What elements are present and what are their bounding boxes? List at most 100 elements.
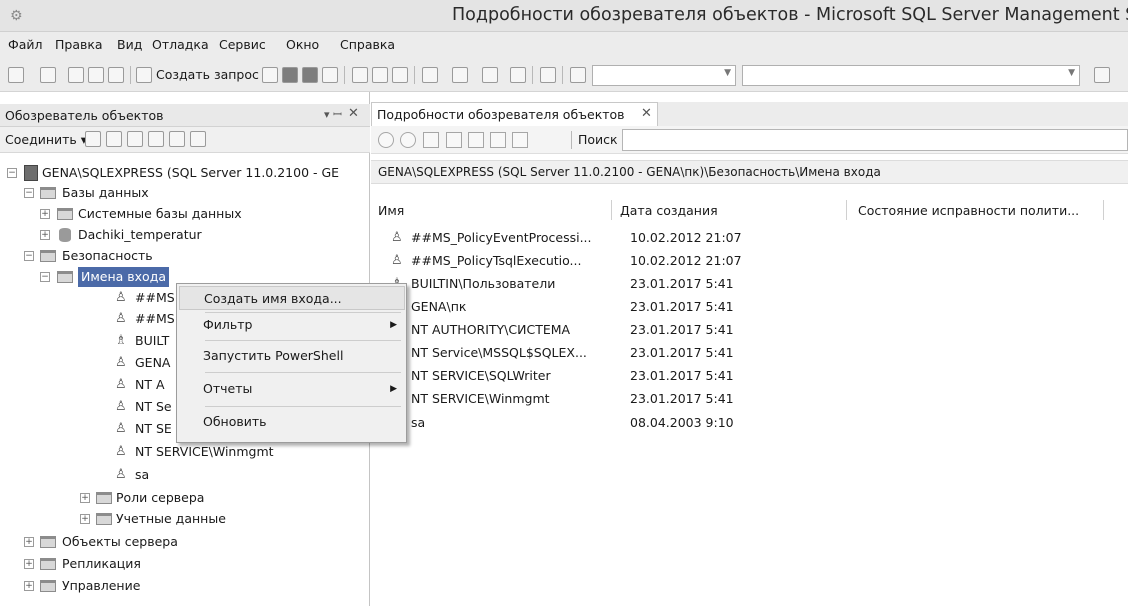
expand-icon[interactable]: + [40,209,50,219]
paste-icon[interactable] [392,67,408,83]
filter-icon[interactable] [148,131,164,147]
column-divider[interactable] [846,200,847,220]
column-header-created[interactable]: Дата создания [620,203,718,218]
search-input[interactable] [622,129,1128,151]
stop-icon[interactable] [127,131,143,147]
tab-object-explorer-details[interactable]: Подробности обозревателя объектов ✕ [371,102,658,126]
tree-security-node[interactable]: − Безопасность [0,246,370,266]
tree-server-objects-node[interactable]: + Объекты сервера [0,532,370,552]
analysis-services-mdx-icon[interactable] [282,67,298,83]
ssms-app-icon[interactable]: ⚙ [10,8,26,24]
copy-icon[interactable] [372,67,388,83]
activity-monitor-icon[interactable] [540,67,556,83]
column-header-policy-health[interactable]: Состояние исправности полити... [858,203,1079,218]
report-icon[interactable] [512,132,528,148]
menu-item-reports[interactable]: Отчеты ▶ [179,377,405,401]
expand-icon[interactable]: + [80,493,90,503]
close-icon[interactable]: ✕ [348,106,359,121]
menu-help[interactable]: Справка [340,37,395,52]
cut-icon[interactable] [352,67,368,83]
tree-login-item[interactable]: ♙ ##MS [0,288,176,308]
tree-database-node[interactable]: + Dachiki_temperatur [0,225,370,245]
tree-databases-node[interactable]: − Базы данных [0,183,370,203]
tree-management-node[interactable]: + Управление [0,576,370,596]
refresh-icon[interactable] [446,132,462,148]
table-row[interactable]: ♙ GENA\пк 23.01.2017 5:41 [391,296,861,318]
menu-item-refresh[interactable]: Обновить [179,410,405,434]
find-combo[interactable]: ▼ [742,65,1080,86]
forward-icon[interactable] [400,132,416,148]
menu-view[interactable]: Вид [117,37,142,52]
stop-icon[interactable] [490,132,506,148]
pin-icon[interactable]: ▾ ꟷ [324,107,342,122]
xmla-query-icon[interactable] [322,67,338,83]
navigate-forward-icon[interactable] [510,67,526,83]
expand-icon[interactable]: + [40,230,50,240]
filter-icon[interactable] [468,132,484,148]
save-icon[interactable] [88,67,104,83]
new-project-icon[interactable] [8,67,24,83]
new-query-button[interactable]: Создать запрос [156,67,259,82]
expand-icon[interactable]: + [24,559,34,569]
menu-file[interactable]: Файл [8,37,43,52]
find-in-files-icon[interactable] [1094,67,1110,83]
tree-login-item[interactable]: ♙ NT A [0,375,176,395]
tree-replication-node[interactable]: + Репликация [0,554,370,574]
column-header-name[interactable]: Имя [378,203,404,218]
menu-window[interactable]: Окно [286,37,319,52]
activity-monitor-icon[interactable] [190,131,206,147]
table-row[interactable]: ♙ ##MS_PolicyTsqlExecutio... 10.02.2012 … [391,250,861,272]
undo-icon[interactable] [422,67,438,83]
back-icon[interactable] [378,132,394,148]
execute-icon[interactable] [570,67,586,83]
collapse-icon[interactable]: − [24,251,34,261]
database-engine-query-icon[interactable] [262,67,278,83]
menu-item-new-login[interactable]: Создать имя входа... [179,286,405,310]
collapse-icon[interactable]: − [40,272,50,282]
table-row[interactable]: ♙ NT SERVICE\Winmgmt 23.01.2017 5:41 [391,388,861,410]
tree-login-item[interactable]: ♙ sa [0,465,370,485]
menu-edit[interactable]: Правка [55,37,103,52]
tree-login-item[interactable]: ♙ NT SE [0,419,176,439]
close-icon[interactable]: ✕ [641,106,652,121]
tree-login-item[interactable]: ♙ NT Se [0,397,176,417]
tree-login-item[interactable]: ♙ NT SERVICE\Winmgmt [0,442,370,462]
collapse-icon[interactable]: − [7,168,17,178]
table-row[interactable]: ♙ ##MS_PolicyEventProcessi... 10.02.2012… [391,227,861,249]
tree-login-item[interactable]: ♗ BUILT [0,331,176,351]
tree-server-node[interactable]: − GENA\SQLEXPRESS (SQL Server 11.0.2100 … [0,163,370,183]
tree-server-roles-node[interactable]: + Роли сервера [0,488,370,508]
connect-button[interactable]: Соединить ▾ [5,132,87,147]
table-row[interactable]: ♗ BUILTIN\Пользователи 23.01.2017 5:41 [391,273,861,295]
table-row[interactable]: ♙ NT AUTHORITY\СИСТЕМА 23.01.2017 5:41 [391,319,861,341]
tree-credentials-node[interactable]: + Учетные данные [0,509,370,529]
disconnect-icon[interactable] [85,131,101,147]
redo-icon[interactable] [452,67,468,83]
add-item-icon[interactable] [40,67,56,83]
register-icon[interactable] [106,131,122,147]
save-all-icon[interactable] [108,67,124,83]
solution-config-combo[interactable]: ▼ [592,65,736,86]
tree-login-item[interactable]: ♙ GENA [0,353,176,373]
refresh-icon[interactable] [169,131,185,147]
menu-item-filter[interactable]: Фильтр ▶ [179,313,405,337]
menu-item-start-powershell[interactable]: Запустить PowerShell [179,344,405,368]
sync-icon[interactable] [423,132,439,148]
expand-icon[interactable]: + [80,514,90,524]
tree-system-databases-node[interactable]: + Системные базы данных [0,204,370,224]
column-divider[interactable] [1103,200,1104,220]
column-divider[interactable] [611,200,612,220]
menu-debug[interactable]: Отладка [152,37,209,52]
analysis-services-dmx-icon[interactable] [302,67,318,83]
new-query-icon[interactable] [136,67,152,83]
expand-icon[interactable]: + [24,581,34,591]
table-row[interactable]: ♙ NT Service\MSSQL$SQLEX... 23.01.2017 5… [391,342,861,364]
navigate-backward-icon[interactable] [482,67,498,83]
tree-login-item[interactable]: ♙ ##MS [0,309,176,329]
collapse-icon[interactable]: − [24,188,34,198]
table-row[interactable]: ♙ sa 08.04.2003 9:10 [391,412,861,434]
expand-icon[interactable]: + [24,537,34,547]
table-row[interactable]: ♙ NT SERVICE\SQLWriter 23.01.2017 5:41 [391,365,861,387]
menu-tools[interactable]: Сервис [219,37,266,52]
open-file-icon[interactable] [68,67,84,83]
